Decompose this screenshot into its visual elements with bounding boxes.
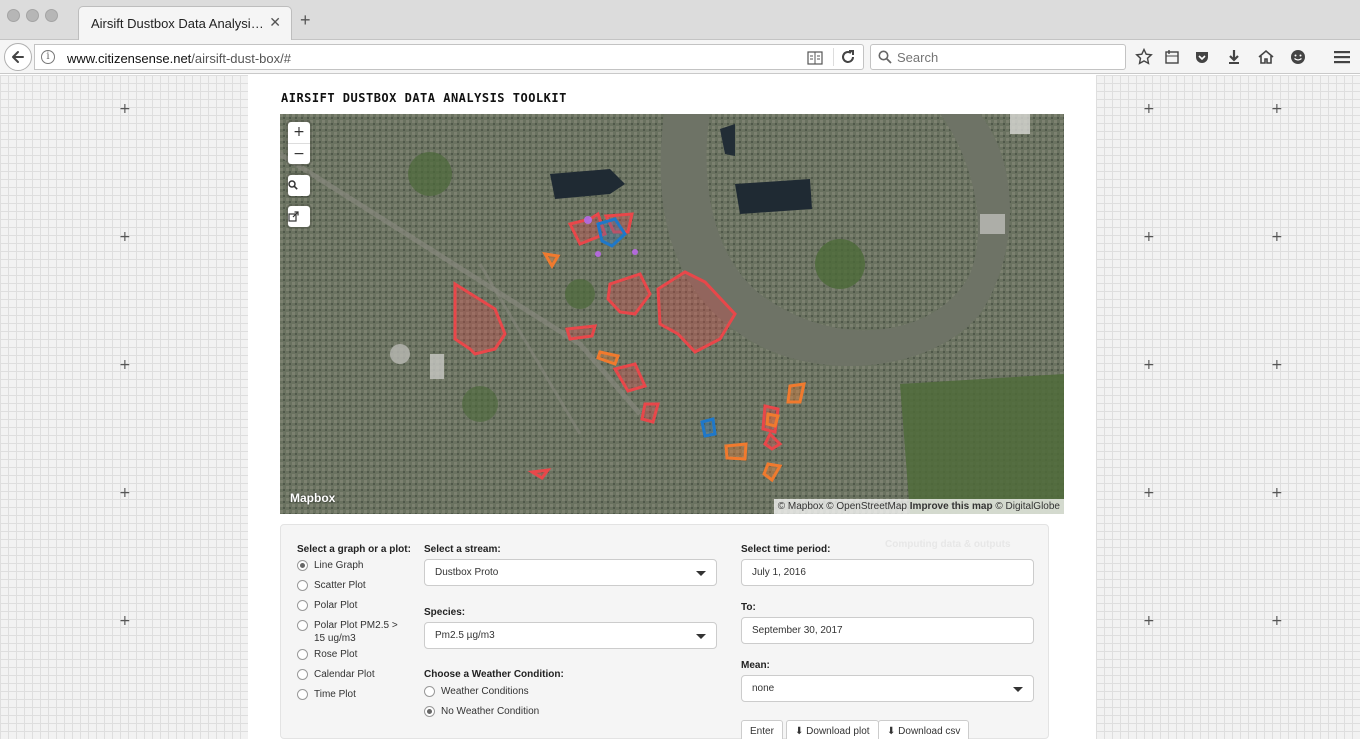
chevron-down-icon xyxy=(1013,687,1023,692)
map-search-icon xyxy=(288,180,310,201)
download-plot-button[interactable]: ⬇ Download plot xyxy=(786,720,879,739)
reload-icon[interactable] xyxy=(840,49,856,65)
mean-label: Mean: xyxy=(741,660,770,671)
stream-select-label: Select a stream: xyxy=(424,544,501,555)
bookmark-star-icon[interactable] xyxy=(1134,47,1154,67)
stream-select-value: Dustbox Proto xyxy=(435,567,499,578)
grid-plus-marker: + xyxy=(119,229,131,245)
computing-status: Computing data & outputs xyxy=(885,539,1011,550)
mean-select[interactable]: none xyxy=(741,675,1034,702)
browser-tab[interactable]: Airsift Dustbox Data Analysis To… ✕ xyxy=(78,6,292,40)
radio-polar-plot[interactable]: Polar Plot xyxy=(297,599,407,612)
browser-titlebar: Airsift Dustbox Data Analysis To… ✕ + xyxy=(0,0,1360,40)
download-icon: ⬇ xyxy=(887,726,896,737)
url-separator xyxy=(833,48,834,66)
minimize-window-button[interactable] xyxy=(26,9,39,22)
grid-plus-marker: + xyxy=(1143,101,1155,117)
chevron-down-icon xyxy=(696,571,706,576)
download-csv-button[interactable]: ⬇ Download csv xyxy=(878,720,970,739)
hello-chat-icon[interactable] xyxy=(1288,47,1308,67)
back-button[interactable] xyxy=(4,43,32,71)
period-from-input[interactable]: July 1, 2016 xyxy=(741,559,1034,586)
species-select-value: Pm2.5 µg/m3 xyxy=(435,630,495,641)
period-to-label: To: xyxy=(741,602,756,613)
grid-plus-marker: + xyxy=(1271,357,1283,373)
download-icon[interactable] xyxy=(1224,47,1244,67)
chevron-down-icon xyxy=(696,634,706,639)
radio-line-graph[interactable]: Line Graph xyxy=(297,559,407,572)
url-bar[interactable]: i www.citizensense.net/airsift-dust-box/… xyxy=(34,44,864,70)
satellite-map[interactable]: + − Mapbox © Mapbox © OpenStreetMap Impr… xyxy=(280,114,1064,514)
map-attribution: © Mapbox © OpenStreetMap Improve this ma… xyxy=(773,499,1064,514)
grid-plus-marker: + xyxy=(119,485,131,501)
map-share-button[interactable] xyxy=(288,206,310,227)
grid-plus-marker: + xyxy=(1271,613,1283,629)
stream-select[interactable]: Dustbox Proto xyxy=(424,559,717,586)
page-background: + + + + + + + + + + + + + + + AIRSIFT DU… xyxy=(0,75,1360,739)
new-tab-icon[interactable]: + xyxy=(300,10,311,31)
pocket-icon[interactable] xyxy=(1192,47,1212,67)
radio-scatter-plot[interactable]: Scatter Plot xyxy=(297,579,407,592)
tab-close-icon[interactable]: ✕ xyxy=(269,14,281,31)
zoom-out-button[interactable]: − xyxy=(288,143,310,164)
control-panel: Computing data & outputs Select a graph … xyxy=(280,524,1049,739)
grid-plus-marker: + xyxy=(119,613,131,629)
browser-navbar: i www.citizensense.net/airsift-dust-box/… xyxy=(0,40,1360,74)
url-domain: www.citizensense.net xyxy=(67,51,192,66)
url-path: /airsift-dust-box/# xyxy=(191,51,291,66)
download-plot-label: Download plot xyxy=(806,726,870,737)
attribution-suffix: © DigitalGlobe xyxy=(992,501,1060,512)
enter-button[interactable]: Enter xyxy=(741,720,783,739)
page-title: AIRSIFT DUSTBOX DATA ANALYSIS TOOLKIT xyxy=(281,91,567,105)
map-search-button[interactable] xyxy=(288,175,310,196)
mean-select-value: none xyxy=(752,683,775,694)
zoom-in-button[interactable]: + xyxy=(288,122,310,143)
radio-polar-plot-pm25[interactable]: Polar Plot PM2.5 > 15 ug/m3 xyxy=(297,619,409,645)
radio-time-plot[interactable]: Time Plot xyxy=(297,688,407,701)
close-window-button[interactable] xyxy=(7,9,20,22)
weather-select-label: Choose a Weather Condition: xyxy=(424,669,564,680)
bookmarks-library-icon[interactable] xyxy=(1162,47,1182,67)
grid-plus-marker: + xyxy=(119,101,131,117)
search-icon xyxy=(878,50,892,64)
hamburger-menu-icon[interactable] xyxy=(1332,47,1352,67)
zoom-controls: + − xyxy=(288,122,310,164)
grid-plus-marker: + xyxy=(1143,229,1155,245)
species-select[interactable]: Pm2.5 µg/m3 xyxy=(424,622,717,649)
grid-plus-marker: + xyxy=(1143,357,1155,373)
radio-no-weather-condition[interactable]: No Weather Condition xyxy=(424,705,624,718)
mapbox-logo[interactable]: Mapbox xyxy=(290,491,335,505)
back-arrow-icon xyxy=(12,51,24,63)
download-csv-label: Download csv xyxy=(898,726,961,737)
grid-plus-marker: + xyxy=(1143,613,1155,629)
main-content: AIRSIFT DUSTBOX DATA ANALYSIS TOOLKIT + … xyxy=(248,75,1096,739)
improve-map-link[interactable]: Improve this map xyxy=(910,501,993,512)
period-label: Select time period: xyxy=(741,544,831,555)
period-to-input[interactable]: September 30, 2017 xyxy=(741,617,1034,644)
species-select-label: Species: xyxy=(424,607,466,618)
radio-weather-conditions[interactable]: Weather Conditions xyxy=(424,685,624,698)
grid-plus-marker: + xyxy=(1271,485,1283,501)
download-icon: ⬇ xyxy=(795,726,804,737)
grid-plus-marker: + xyxy=(1271,101,1283,117)
site-info-icon[interactable]: i xyxy=(41,50,55,64)
grid-plus-marker: + xyxy=(1143,485,1155,501)
tab-title: Airsift Dustbox Data Analysis To… xyxy=(91,16,267,31)
map-imagery xyxy=(280,114,1064,514)
zoom-window-button[interactable] xyxy=(45,9,58,22)
url-text[interactable]: www.citizensense.net/airsift-dust-box/# xyxy=(67,51,291,66)
grid-plus-marker: + xyxy=(1271,229,1283,245)
search-input[interactable] xyxy=(897,48,1117,66)
grid-plus-marker: + xyxy=(119,357,131,373)
share-icon xyxy=(288,211,310,232)
graph-select-label: Select a graph or a plot: xyxy=(297,544,411,555)
home-icon[interactable] xyxy=(1256,47,1276,67)
reader-view-icon[interactable] xyxy=(807,51,823,65)
radio-rose-plot[interactable]: Rose Plot xyxy=(297,648,407,661)
radio-calendar-plot[interactable]: Calendar Plot xyxy=(297,668,407,681)
attribution-prefix: © Mapbox © OpenStreetMap xyxy=(777,501,910,512)
search-bar[interactable] xyxy=(870,44,1126,70)
